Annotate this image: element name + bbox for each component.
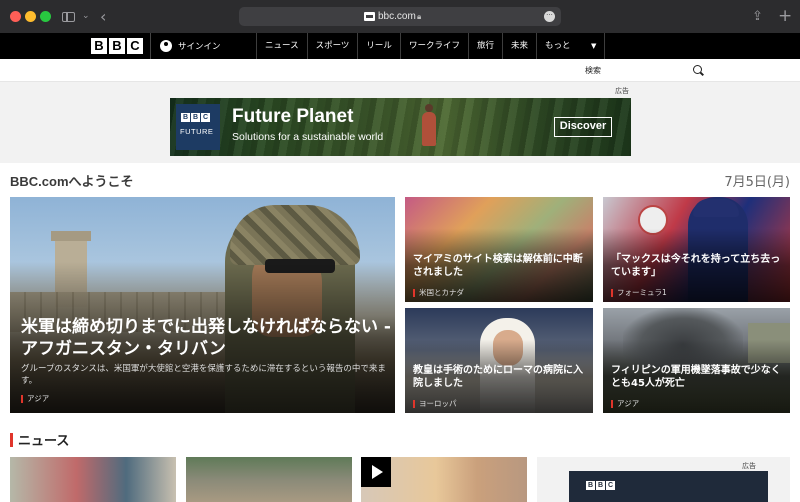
story-headline[interactable]: フィリピンの軍用機墜落事故で少なくとも45人が死亡 (611, 364, 785, 390)
logo-letter: B (586, 481, 595, 490)
site-nav: B B C サインイン ニュース スポーツ リール ワークライフ 旅行 未来 も… (0, 33, 800, 59)
hero-story-card[interactable]: 米軍は締め切りまでに出発しなければならない - アフガニスタン・タリバン グルー… (10, 197, 395, 413)
story-tag[interactable]: アジア (611, 398, 639, 409)
discover-button[interactable]: Discover (554, 117, 612, 137)
story-tag[interactable]: ヨーロッパ (413, 398, 457, 409)
story-tag[interactable]: アジア (21, 393, 49, 404)
story-tag[interactable]: 米国とカナダ (413, 287, 464, 298)
logo-letters: B B C (181, 113, 210, 122)
logo-letter: B (191, 113, 200, 122)
chevron-down-icon[interactable]: ⌄ (82, 0, 90, 33)
ad-title: Future Planet (232, 106, 354, 127)
logo-letter: C (606, 481, 615, 490)
logo-letter: B (181, 113, 190, 122)
story-headline[interactable]: マイアミのサイト検索は解体前に中断されました (413, 253, 587, 279)
news-thumbnail[interactable] (10, 457, 176, 502)
ad-subtitle: Solutions for a sustainable world (232, 131, 384, 143)
browser-toolbar: ⌄ ‹ bbc.com 🔒︎ ··· ⇪ + (0, 0, 800, 33)
story-tag[interactable]: フォーミュラ1 (611, 287, 667, 298)
more-icon[interactable]: ··· (544, 11, 555, 22)
nav-item-reel[interactable]: リール (357, 33, 400, 59)
logo-letter: B (596, 481, 605, 490)
search-bar: 検索 (0, 59, 800, 82)
signin-label: サインイン (178, 42, 221, 52)
new-tab-icon[interactable]: + (778, 0, 792, 33)
bbc-logo[interactable]: B B C (91, 38, 143, 54)
story-card[interactable]: 「マックスは今それを持って立ち去っています」 フォーミュラ1 (603, 197, 790, 302)
ad-label: 広告 (615, 87, 629, 95)
story-headline[interactable]: 教皇は手術のためにローマの病院に入院しました (413, 364, 587, 390)
minimize-window-button[interactable] (25, 11, 36, 22)
close-window-button[interactable] (10, 11, 21, 22)
nav-item-news[interactable]: ニュース (256, 33, 307, 59)
story-headline[interactable]: 米軍は締め切りまでに出発しなければならない - アフガニスタン・タリバン (21, 316, 391, 360)
news-thumbnail[interactable] (186, 457, 352, 502)
nav-item-worklife[interactable]: ワークライフ (399, 33, 468, 59)
user-icon (160, 40, 172, 52)
bbc-favicon-icon (364, 12, 375, 21)
chevron-down-icon[interactable]: ▼ (591, 33, 596, 59)
story-card[interactable]: 教皇は手術のためにローマの病院に入院しました ヨーロッパ (405, 308, 593, 413)
search-input[interactable]: 検索 (585, 59, 601, 82)
page-title: BBC.comへようこそ (10, 174, 134, 189)
search-icon[interactable] (693, 65, 702, 74)
address-bar[interactable]: bbc.com 🔒︎ ··· (239, 7, 561, 26)
lock-icon: 🔒︎ (417, 12, 422, 21)
story-card[interactable]: フィリピンの軍用機墜落事故で少なくとも45人が死亡 アジア (603, 308, 790, 413)
sidebar-icon[interactable] (62, 12, 75, 22)
ad-label: 広告 (742, 462, 756, 470)
news-thumbnail[interactable] (361, 457, 527, 502)
share-icon[interactable]: ⇪ (752, 0, 763, 33)
story-card[interactable]: マイアミのサイト検索は解体前に中断されました 米国とカナダ (405, 197, 593, 302)
logo-letter: C (201, 113, 210, 122)
back-icon[interactable]: ‹ (100, 0, 106, 33)
url-text: bbc.com (378, 11, 416, 22)
nav-item-future[interactable]: 未来 (501, 33, 536, 59)
story-summary: グループのスタンスは、米国軍が大使館と空港を保護するために滞在するという報告の中… (21, 364, 386, 386)
nav-item-travel[interactable]: 旅行 (467, 33, 502, 59)
future-planet-ad[interactable]: B B C FUTURE Future Planet Solutions for… (170, 98, 631, 156)
logo-letter: B (109, 38, 125, 54)
nav-divider (604, 33, 605, 59)
logo-letter: B (91, 38, 107, 54)
bbc-logo: B B C (586, 481, 615, 490)
date-label: 7月5日(月) (724, 175, 790, 190)
bbc-future-logo: B B C FUTURE (176, 104, 220, 150)
story-headline[interactable]: 「マックスは今それを持って立ち去っています」 (611, 253, 785, 279)
logo-sub: FUTURE (180, 127, 214, 136)
signin-link[interactable]: サインイン (160, 33, 221, 59)
logo-letter: C (127, 38, 143, 54)
news-section-heading[interactable]: ニュース (10, 430, 69, 449)
zoom-window-button[interactable] (40, 11, 51, 22)
nav-divider (150, 33, 151, 59)
play-icon[interactable] (361, 457, 391, 487)
ad-person-figure (422, 104, 436, 146)
nav-item-more[interactable]: もっと (535, 33, 579, 59)
nav-item-sport[interactable]: スポーツ (306, 33, 358, 59)
nav-items: ニュース スポーツ リール ワークライフ 旅行 未来 もっと (256, 33, 579, 59)
